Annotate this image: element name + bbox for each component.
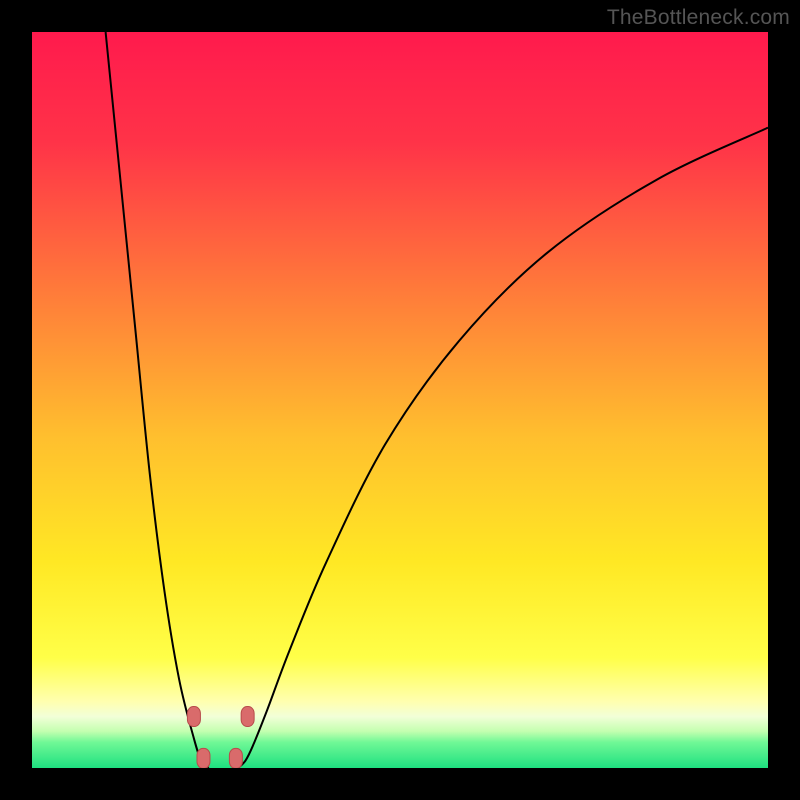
plot-area bbox=[32, 32, 768, 768]
right-branch-curve bbox=[238, 128, 768, 768]
trough-marker bbox=[187, 706, 200, 726]
trough-markers bbox=[187, 706, 254, 768]
trough-marker bbox=[197, 748, 210, 768]
trough-marker bbox=[229, 748, 242, 768]
chart-curves bbox=[32, 32, 768, 768]
left-branch-curve bbox=[106, 32, 209, 768]
trough-marker bbox=[241, 706, 254, 726]
watermark-text: TheBottleneck.com bbox=[607, 6, 790, 30]
